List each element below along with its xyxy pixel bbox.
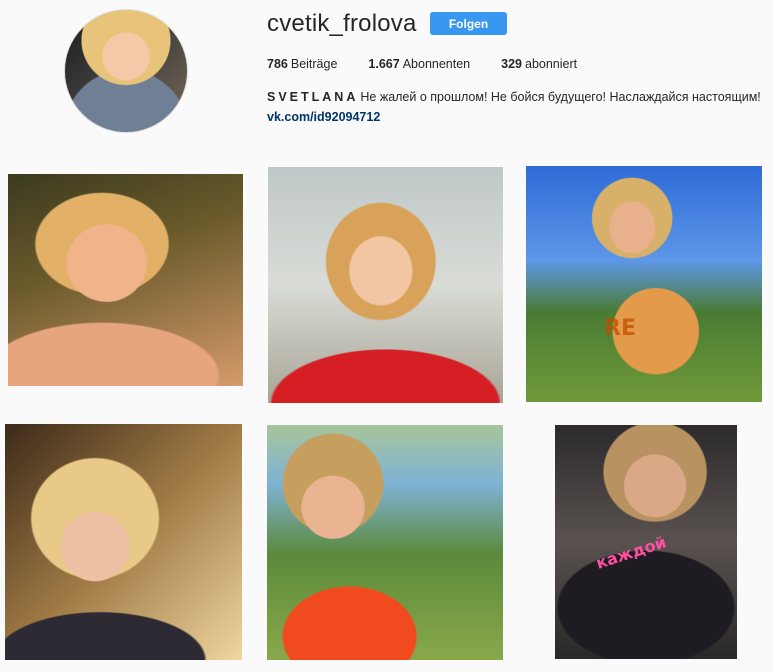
followers-count-value: 1.667 xyxy=(368,57,400,71)
profile-link[interactable]: vk.com/id92094712 xyxy=(267,110,380,124)
posts-count: 786 Beiträge xyxy=(267,57,337,71)
posts-count-label: Beiträge xyxy=(290,57,338,71)
followers-count-label: Abonnenten xyxy=(402,57,471,71)
post-3-shirt-text: RE xyxy=(604,316,636,341)
follow-button[interactable]: Folgen xyxy=(430,12,507,35)
profile-stats: 786 Beiträge 1.667 Abonnenten 329 abonniert xyxy=(267,57,577,71)
post-thumbnail-1[interactable] xyxy=(8,174,243,386)
posts-count-value: 786 xyxy=(267,57,288,71)
bio-text: Не жалей о прошлом! Не бойся будущего! Н… xyxy=(360,90,761,104)
post-thumbnail-2[interactable] xyxy=(268,167,503,403)
post-thumbnail-4[interactable] xyxy=(5,424,242,660)
profile-username: cvetik_frolova xyxy=(267,10,417,37)
post-thumbnail-6[interactable]: каждой xyxy=(555,425,737,659)
following-count-label: abonniert xyxy=(525,57,578,71)
profile-bio: SVETLANA Не жалей о прошлом! Не бойся буд… xyxy=(267,90,761,104)
post-6-shirt-text: каждой xyxy=(593,532,669,573)
following-count-value: 329 xyxy=(501,57,522,71)
bio-name: SVETLANA xyxy=(267,90,359,104)
post-thumbnail-5[interactable] xyxy=(267,425,503,660)
post-thumbnail-3[interactable]: RE xyxy=(526,166,762,402)
following-count[interactable]: 329 abonniert xyxy=(501,57,577,71)
profile-avatar[interactable] xyxy=(64,9,188,133)
followers-count[interactable]: 1.667 Abonnenten xyxy=(368,57,470,71)
